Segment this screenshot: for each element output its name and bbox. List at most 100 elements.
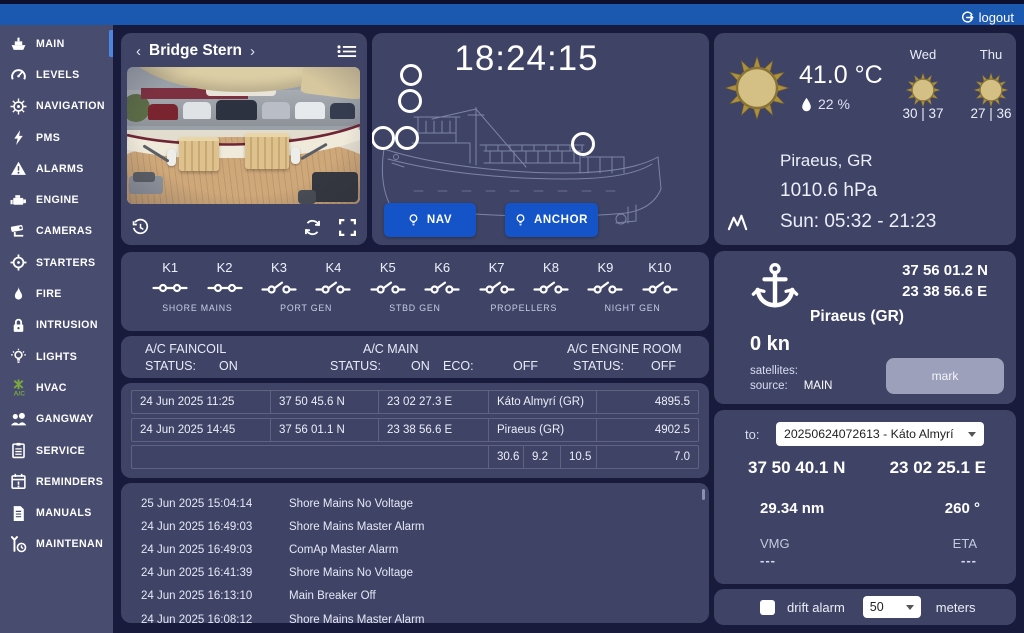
breaker-id-k3: K3 [252, 260, 306, 275]
drift-distance-value: 50 [870, 600, 902, 614]
ac-field-value: ON [219, 359, 238, 373]
sidebar-item-hvac[interactable]: A/C HVAC [0, 372, 113, 403]
sidebar-item-label: STARTERS [36, 257, 96, 269]
sidebar-item-reminders[interactable]: REMINDERS [0, 466, 113, 497]
bulb-icon [408, 213, 419, 228]
sidebar-item-label: MAINTENAN [36, 538, 103, 550]
alarm-time: 24 Jun 2025 16:13:10 [141, 590, 274, 602]
forecast-day-wed: Wed 30 | 37 [887, 47, 959, 121]
current-lat: 37 56 01.2 N [902, 260, 988, 281]
nav-button-label: NAV [427, 214, 452, 226]
logout-button[interactable]: logout [961, 10, 1014, 25]
destination-lon: 23 02 25.1 E [890, 458, 986, 478]
sidebar-item-service[interactable]: SERVICE [0, 435, 113, 466]
breaker-id-k8: K8 [524, 260, 578, 275]
sidebar-item-levels[interactable]: LEVELS [0, 59, 113, 90]
cell-summary-total: 7.0 [597, 445, 699, 469]
light-indicator [400, 64, 422, 86]
vmg-label: VMG [760, 536, 790, 551]
ac-section-title: A/C FAINCOIL [145, 342, 226, 356]
sun-icon [905, 67, 941, 103]
destination-select[interactable]: 20250624072613 - Káto Almyrí [776, 422, 984, 446]
sidebar-item-main[interactable]: MAIN [0, 28, 113, 59]
breaker-switch-icon [524, 280, 578, 301]
sidebar-item-label: ALARMS [36, 163, 84, 175]
cell-datetime: 24 Jun 2025 14:45 [131, 418, 271, 442]
ac-field-label: STATUS: [330, 359, 411, 373]
sidebar-item-gangway[interactable]: GANGWAY [0, 404, 113, 435]
breaker-id-k2: K2 [197, 260, 251, 275]
drift-distance-select[interactable]: 50 [863, 596, 921, 618]
playlist-icon[interactable] [337, 44, 357, 59]
alarm-time: 25 Jun 2025 15:04:14 [141, 498, 274, 510]
alarm-log-panel[interactable]: 25 Jun 2025 15:04:14 Shore Mains No Volt… [121, 483, 709, 623]
sun-icon [973, 67, 1009, 103]
cell-lat: 37 50 45.6 N [271, 390, 379, 414]
camera-feed[interactable] [127, 67, 360, 204]
camera-toolbar [131, 215, 357, 239]
sidebar-item-label: MANUALS [36, 507, 92, 519]
breaker-switch-icon [252, 280, 306, 301]
refresh-icon[interactable] [303, 218, 322, 237]
cell-datetime: 24 Jun 2025 11:25 [131, 390, 271, 414]
ac-field-value: OFF [651, 359, 676, 373]
humidity-value: 22 % [818, 96, 850, 112]
sidebar-item-starters[interactable]: STARTERS [0, 247, 113, 278]
breaker-ids: K1K2K3K4K5K6K7K8K9K10 [143, 260, 687, 275]
history-icon[interactable] [131, 218, 150, 237]
alarm-log-list: 25 Jun 2025 15:04:14 Shore Mains No Volt… [121, 492, 709, 623]
breaker-id-k9: K9 [578, 260, 632, 275]
mark-button[interactable]: mark [886, 358, 1004, 394]
ac-section-title: A/C MAIN [363, 342, 419, 356]
weather-panel: 41.0 °C 22 % Wed 30 | 37 Thu 27 | 36 Pir… [714, 33, 1016, 245]
anchor-button-label: ANCHOR [534, 214, 588, 226]
sidebar-item-navigation[interactable]: NAVIGATION [0, 91, 113, 122]
camera-next-button[interactable]: › [245, 44, 260, 59]
sidebar-item-maintenan[interactable]: MAINTENAN [0, 529, 113, 560]
ac-section-title: A/C ENGINE ROOM [567, 342, 682, 356]
clock-panel: 18:24:15 NAV ANCHOR [372, 33, 709, 245]
engine-icon [9, 191, 27, 209]
cell-lon: 23 38 56.6 E [379, 418, 489, 442]
sidebar-item-fire[interactable]: FIRE [0, 278, 113, 309]
sidebar-item-cameras[interactable]: CAMERAS [0, 216, 113, 247]
sidebar-item-engine[interactable]: ENGINE [0, 184, 113, 215]
breakers-panel: K1K2K3K4K5K6K7K8K9K10 SHORE MAINSPORT GE… [121, 252, 709, 331]
drift-alarm-checkbox[interactable] [760, 600, 775, 615]
position-panel: 37 56 01.2 N 23 38 56.6 E Piraeus (GR) 0… [714, 251, 1016, 404]
camera-icon [9, 222, 27, 240]
nav-lights-button[interactable]: NAV [384, 203, 476, 237]
alarm-message: Shore Mains No Voltage [289, 567, 413, 579]
top-bar: logout [0, 0, 1024, 25]
ac-status-panel: A/C FAINCOIL STATUS: ON A/C MAIN STATUS:… [121, 336, 709, 378]
breaker-switch-icon [415, 280, 469, 301]
alarm-message: Shore Mains Master Alarm [289, 614, 425, 623]
sidebar-item-pms[interactable]: PMS [0, 122, 113, 153]
weather-location: Piraeus, GR [780, 151, 873, 171]
breaker-switch-icon [361, 280, 415, 301]
sidebar-item-alarms[interactable]: ALARMS [0, 153, 113, 184]
forecast-low-high: 30 | 37 [887, 106, 959, 121]
forecast-day-label: Thu [955, 47, 1024, 62]
eta-label: ETA [953, 536, 977, 551]
wrench-icon [9, 535, 27, 553]
destination-selected-option: 20250624072613 - Káto Almyrí [784, 427, 964, 441]
light-indicator [372, 126, 395, 150]
sidebar-item-label: REMINDERS [36, 476, 103, 488]
camera-prev-button[interactable]: ‹ [131, 44, 146, 59]
sidebar-item-lights[interactable]: LIGHTS [0, 341, 113, 372]
sidebar-item-intrusion[interactable]: INTRUSION [0, 310, 113, 341]
drift-alarm-label: drift alarm [787, 600, 845, 615]
anchor-lights-button[interactable]: ANCHOR [505, 203, 598, 237]
sidebar-item-manuals[interactable]: MANUALS [0, 497, 113, 528]
scrollbar-thumb[interactable] [702, 489, 705, 500]
breaker-group-night-gen: NIGHT GEN [578, 303, 687, 313]
fullscreen-icon[interactable] [338, 218, 357, 237]
source-label: source: [750, 380, 788, 392]
alarm-message: ComAp Master Alarm [289, 544, 398, 556]
chevron-down-icon [906, 605, 914, 610]
breaker-id-k5: K5 [361, 260, 415, 275]
hvac-icon: A/C [9, 379, 27, 397]
sidebar-item-label: SERVICE [36, 445, 85, 457]
breaker-group-propellers: PROPELLERS [469, 303, 578, 313]
